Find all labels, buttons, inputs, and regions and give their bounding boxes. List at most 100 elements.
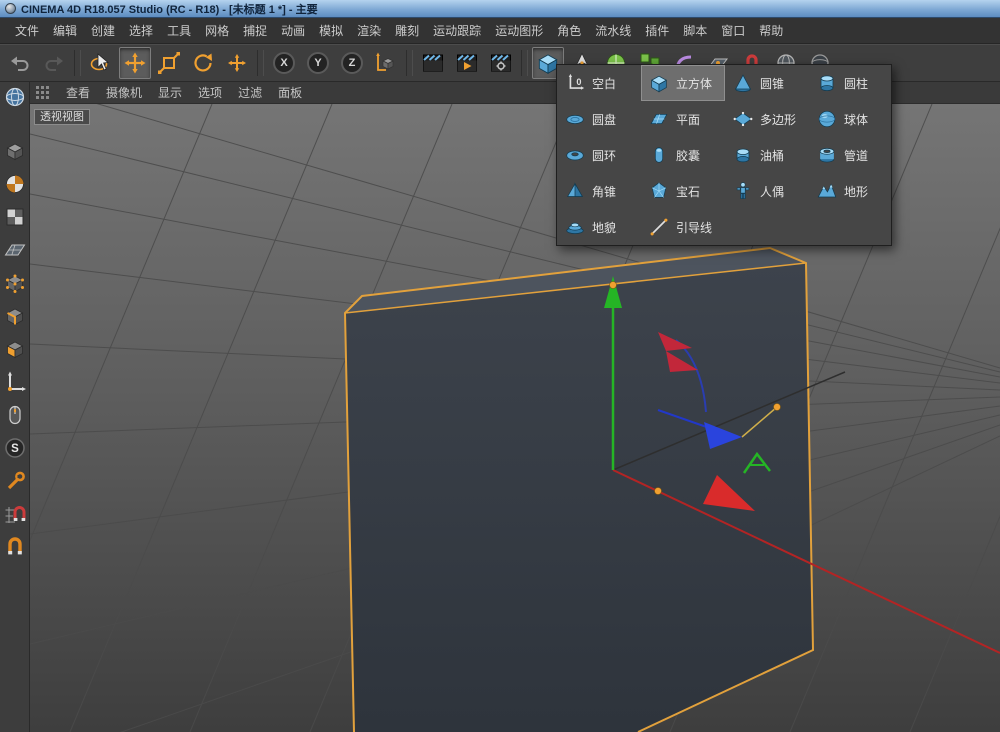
menu-script[interactable]: 脚本 [676,19,714,42]
modeling-settings-button[interactable] [2,468,28,494]
flyout-item-capsule[interactable]: 胶囊 [641,137,725,173]
menu-window[interactable]: 窗口 [714,19,752,42]
quantize-button[interactable] [2,534,28,560]
flyout-item-cylinder[interactable]: 圆柱 [809,65,893,101]
menu-edit[interactable]: 编辑 [46,19,84,42]
menu-mesh[interactable]: 网格 [198,19,236,42]
viewport-solo-button[interactable] [2,402,28,428]
flyout-item-polygon[interactable]: 多边形 [725,101,809,137]
flyout-item-label: 圆环 [592,147,616,164]
lock-z-axis-button[interactable]: Z [336,47,368,79]
flyout-item-platonic[interactable]: 宝石 [641,173,725,209]
undo-button[interactable] [4,47,36,79]
menu-plugins[interactable]: 插件 [638,19,676,42]
rotate-icon [191,51,215,75]
menu-animate[interactable]: 动画 [274,19,312,42]
viewport-menu-options[interactable]: 选项 [190,82,230,103]
flyout-item-figure[interactable]: 人偶 [725,173,809,209]
flyout-item-cone[interactable]: 圆锥 [725,65,809,101]
lock-y-axis-button[interactable]: Y [302,47,334,79]
axis-mode-button[interactable] [2,369,28,395]
menu-motion-tracker[interactable]: 运动跟踪 [426,19,488,42]
flyout-item-sphere[interactable]: 球体 [809,101,893,137]
cube-object[interactable] [345,248,813,732]
menu-simulate[interactable]: 模拟 [312,19,350,42]
flyout-item-label: 油桶 [760,147,784,164]
cylinder-icon [816,72,838,94]
model-mode-button[interactable] [2,138,28,164]
viewport-menu-view[interactable]: 查看 [58,82,98,103]
flyout-item-label: 立方体 [676,75,712,92]
live-selection-button[interactable] [85,47,117,79]
viewport-menu-panel[interactable]: 面板 [270,82,310,103]
convert-button[interactable] [2,84,28,110]
points-cube-icon [3,271,27,295]
menu-render[interactable]: 渲染 [350,19,388,42]
snap-button[interactable]: S [2,435,28,461]
render-view-icon [421,51,445,75]
texture-mode-button[interactable] [2,171,28,197]
menu-tools[interactable]: 工具 [160,19,198,42]
render-picture-viewer-button[interactable] [451,47,483,79]
plane-icon [648,108,670,130]
points-mode-button[interactable] [2,270,28,296]
flyout-item-null[interactable]: 0 空白 [557,65,641,101]
render-picture-viewer-icon [455,51,479,75]
menu-help[interactable]: 帮助 [752,19,790,42]
last-used-tool-button[interactable] [221,47,253,79]
menu-mograph[interactable]: 运动图形 [488,19,550,42]
menu-pipeline[interactable]: 流水线 [588,19,638,42]
globe-icon [3,85,27,109]
lock-x-axis-button[interactable]: X [268,47,300,79]
menu-sculpt[interactable]: 雕刻 [388,19,426,42]
render-view-button[interactable] [417,47,449,79]
window-title: CINEMA 4D R18.057 Studio (RC - R18) - [未… [21,1,318,17]
move-tool-button[interactable] [119,47,151,79]
undo-icon [8,51,32,75]
menu-file[interactable]: 文件 [8,19,46,42]
model-cube-icon [3,139,27,163]
workplane-mode-button[interactable] [2,237,28,263]
polygons-mode-button[interactable] [2,336,28,362]
flyout-item-torus[interactable]: 圆环 [557,137,641,173]
null-icon: 0 [564,72,586,94]
redo-button[interactable] [38,47,70,79]
flyout-item-oiltank[interactable]: 油桶 [725,137,809,173]
workplane-grid-icon [3,238,27,262]
menu-character[interactable]: 角色 [550,19,588,42]
titlebar[interactable]: CINEMA 4D R18.057 Studio (RC - R18) - [未… [0,0,1000,18]
flyout-item-label: 引导线 [676,219,712,236]
rotate-tool-button[interactable] [187,47,219,79]
scale-tool-button[interactable] [153,47,185,79]
toolbar-separator [521,50,528,76]
coordinate-system-button[interactable] [370,47,402,79]
flyout-item-pyramid[interactable]: 角锥 [557,173,641,209]
viewport-menu-grid-icon[interactable] [36,86,52,100]
flyout-item-label: 多边形 [760,111,796,128]
edges-mode-button[interactable] [2,303,28,329]
enable-snap-button[interactable] [2,501,28,527]
flyout-item-plane[interactable]: 平面 [641,101,725,137]
viewport-menu-display[interactable]: 显示 [150,82,190,103]
flyout-item-label: 圆柱 [844,75,868,92]
flyout-item-relief[interactable]: 地貌 [557,209,641,245]
uv-mode-button[interactable] [2,204,28,230]
x-axis-icon: X [273,52,295,74]
flyout-item-cube[interactable]: 立方体 [641,65,725,101]
flyout-item-guide[interactable]: 引导线 [641,209,725,245]
tube-icon [816,144,838,166]
flyout-item-disc[interactable]: 圆盘 [557,101,641,137]
menu-select[interactable]: 选择 [122,19,160,42]
viewport-menu-cameras[interactable]: 摄像机 [98,82,150,103]
viewport-menu-filter[interactable]: 过滤 [230,82,270,103]
figure-icon [732,180,754,202]
mode-palette: S [0,82,30,732]
menu-snap[interactable]: 捕捉 [236,19,274,42]
menu-create[interactable]: 创建 [84,19,122,42]
flyout-item-landscape[interactable]: 地形 [809,173,893,209]
toolbar-separator [257,50,264,76]
flyout-item-tube[interactable]: 管道 [809,137,893,173]
flyout-item-label: 球体 [844,111,868,128]
render-settings-button[interactable] [485,47,517,79]
flyout-item-label: 角锥 [592,183,616,200]
